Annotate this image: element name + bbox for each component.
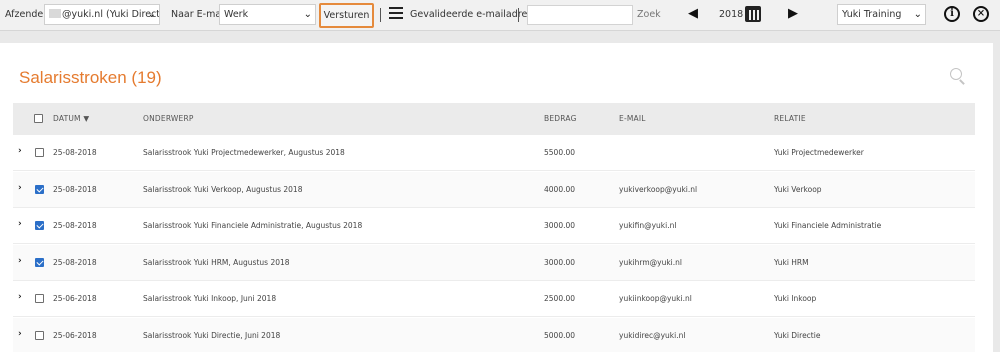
year-label: 2018 — [719, 9, 744, 20]
row-checkbox[interactable] — [35, 221, 44, 230]
expand-chevron-icon[interactable]: › — [18, 256, 22, 266]
row-date: 25-08-2018 — [53, 184, 97, 194]
row-date: 25-06-2018 — [53, 294, 97, 303]
row-relation: Yuki HRM — [774, 257, 809, 267]
row-subject[interactable]: Salarisstrook Yuki Verkoop, Augustus 201… — [143, 185, 302, 194]
table-row[interactable]: › 25-08-2018 Salarisstrook Yuki HRM, Augus… — [13, 244, 975, 281]
row-amount: 4000.00 — [544, 184, 576, 194]
send-button[interactable]: Versturen — [319, 3, 374, 28]
search-icon[interactable] — [950, 68, 962, 80]
table-row[interactable]: › 25-06-2018 Salarisstrook Yuki Inkoop, Ju… — [13, 281, 975, 317]
row-relation: Yuki Projectmedewerker — [774, 148, 864, 157]
row-date: 25-08-2018 — [53, 148, 97, 157]
row-checkbox[interactable] — [35, 184, 44, 194]
page-title: Salarisstroken (19) — [19, 68, 162, 87]
close-icon[interactable]: × — [973, 6, 989, 22]
table-row[interactable]: › 25-08-2018 Salarisstrook Yuki Financiele… — [13, 208, 975, 244]
table-row[interactable]: › 25-08-2018 Salarisstrook Yuki Verkoop, A… — [13, 171, 975, 208]
row-date: 25-08-2018 — [53, 257, 97, 267]
row-checkbox[interactable] — [35, 330, 44, 340]
row-subject[interactable]: Salarisstrook Yuki Directie, Juni 2018 — [143, 331, 280, 340]
column-header-date[interactable]: DATUM ▼ — [53, 114, 89, 123]
table-row[interactable]: › 25-06-2018 Salarisstrook Yuki Directie, … — [13, 317, 975, 352]
row-amount: 2500.00 — [544, 294, 576, 303]
email-to-select[interactable]: Werk ⌄ — [219, 4, 316, 25]
row-checkbox[interactable] — [35, 257, 44, 267]
row-relation: Yuki Directie — [774, 330, 821, 340]
triangle-left-icon[interactable]: ◀ — [688, 6, 698, 21]
search-input[interactable] — [527, 5, 633, 25]
expand-chevron-icon[interactable]: › — [18, 329, 22, 339]
expand-chevron-icon[interactable]: › — [18, 219, 22, 229]
validated-emails-label[interactable]: Gevalideerde e-mailadres... — [410, 9, 541, 20]
row-amount: 5000.00 — [544, 330, 576, 340]
row-amount: 5500.00 — [544, 148, 576, 157]
row-relation: Yuki Inkoop — [774, 294, 817, 303]
triangle-right-icon[interactable]: ▶ — [788, 6, 798, 21]
sender-select[interactable]: @yuki.nl (Yuki Directie) ⌄ — [44, 4, 160, 25]
sender-value: @yuki.nl (Yuki Directie) — [62, 9, 160, 20]
divider — [518, 8, 519, 22]
row-email: yukihrm@yuki.nl — [619, 257, 682, 267]
row-email: yukidirec@yuki.nl — [619, 330, 686, 340]
row-amount: 3000.00 — [544, 221, 576, 230]
content-card: Salarisstroken (19) DATUM ▼ ONDERWERP BE… — [0, 43, 993, 352]
column-header-subject[interactable]: ONDERWERP — [143, 114, 194, 123]
redacted-mask — [49, 9, 61, 18]
divider — [380, 8, 381, 22]
table-row[interactable]: › 25-08-2018 Salarisstrook Yuki Projectmed… — [13, 135, 975, 171]
chevron-down-icon: ⌄ — [147, 9, 156, 20]
chevron-down-icon: ⌄ — [913, 9, 922, 20]
row-checkbox[interactable] — [35, 148, 44, 157]
column-header-amount[interactable]: BEDRAG — [544, 114, 577, 123]
search-button[interactable]: Zoek — [637, 9, 661, 20]
info-icon[interactable]: i — [944, 6, 960, 22]
row-date: 25-06-2018 — [53, 330, 97, 340]
row-subject[interactable]: Salarisstrook Yuki Financiele Administra… — [143, 221, 362, 230]
expand-chevron-icon[interactable]: › — [18, 292, 22, 302]
calendar-icon[interactable] — [745, 6, 761, 22]
row-email: yukifin@yuki.nl — [619, 221, 677, 230]
administration-select[interactable]: Yuki Training ⌄ — [837, 4, 926, 25]
administration-value: Yuki Training — [842, 9, 902, 20]
row-email: yukiinkoop@yuki.nl — [619, 294, 692, 303]
row-amount: 3000.00 — [544, 257, 576, 267]
toolbar: Afzender: @yuki.nl (Yuki Directie) ⌄ Naa… — [0, 0, 1000, 31]
hamburger-icon[interactable] — [389, 7, 403, 19]
row-subject[interactable]: Salarisstrook Yuki Projectmedewerker, Au… — [143, 148, 345, 157]
row-email: yukiverkoop@yuki.nl — [619, 184, 698, 194]
email-to-value: Werk — [224, 9, 249, 20]
row-date: 25-08-2018 — [53, 221, 97, 230]
column-header-relation[interactable]: RELATIE — [774, 114, 806, 123]
expand-chevron-icon[interactable]: › — [18, 183, 22, 193]
chevron-down-icon: ⌄ — [303, 9, 312, 20]
row-subject[interactable]: Salarisstrook Yuki Inkoop, Juni 2018 — [143, 294, 276, 303]
row-checkbox[interactable] — [35, 294, 44, 303]
select-all-checkbox[interactable] — [34, 114, 43, 123]
expand-chevron-icon[interactable]: › — [18, 146, 22, 156]
row-subject[interactable]: Salarisstrook Yuki HRM, Augustus 2018 — [143, 258, 290, 267]
table-header: DATUM ▼ ONDERWERP BEDRAG E-MAIL RELATIE — [13, 103, 975, 135]
row-relation: Yuki Financiele Administratie — [774, 221, 882, 230]
row-relation: Yuki Verkoop — [774, 184, 822, 194]
column-header-email[interactable]: E-MAIL — [619, 114, 646, 123]
